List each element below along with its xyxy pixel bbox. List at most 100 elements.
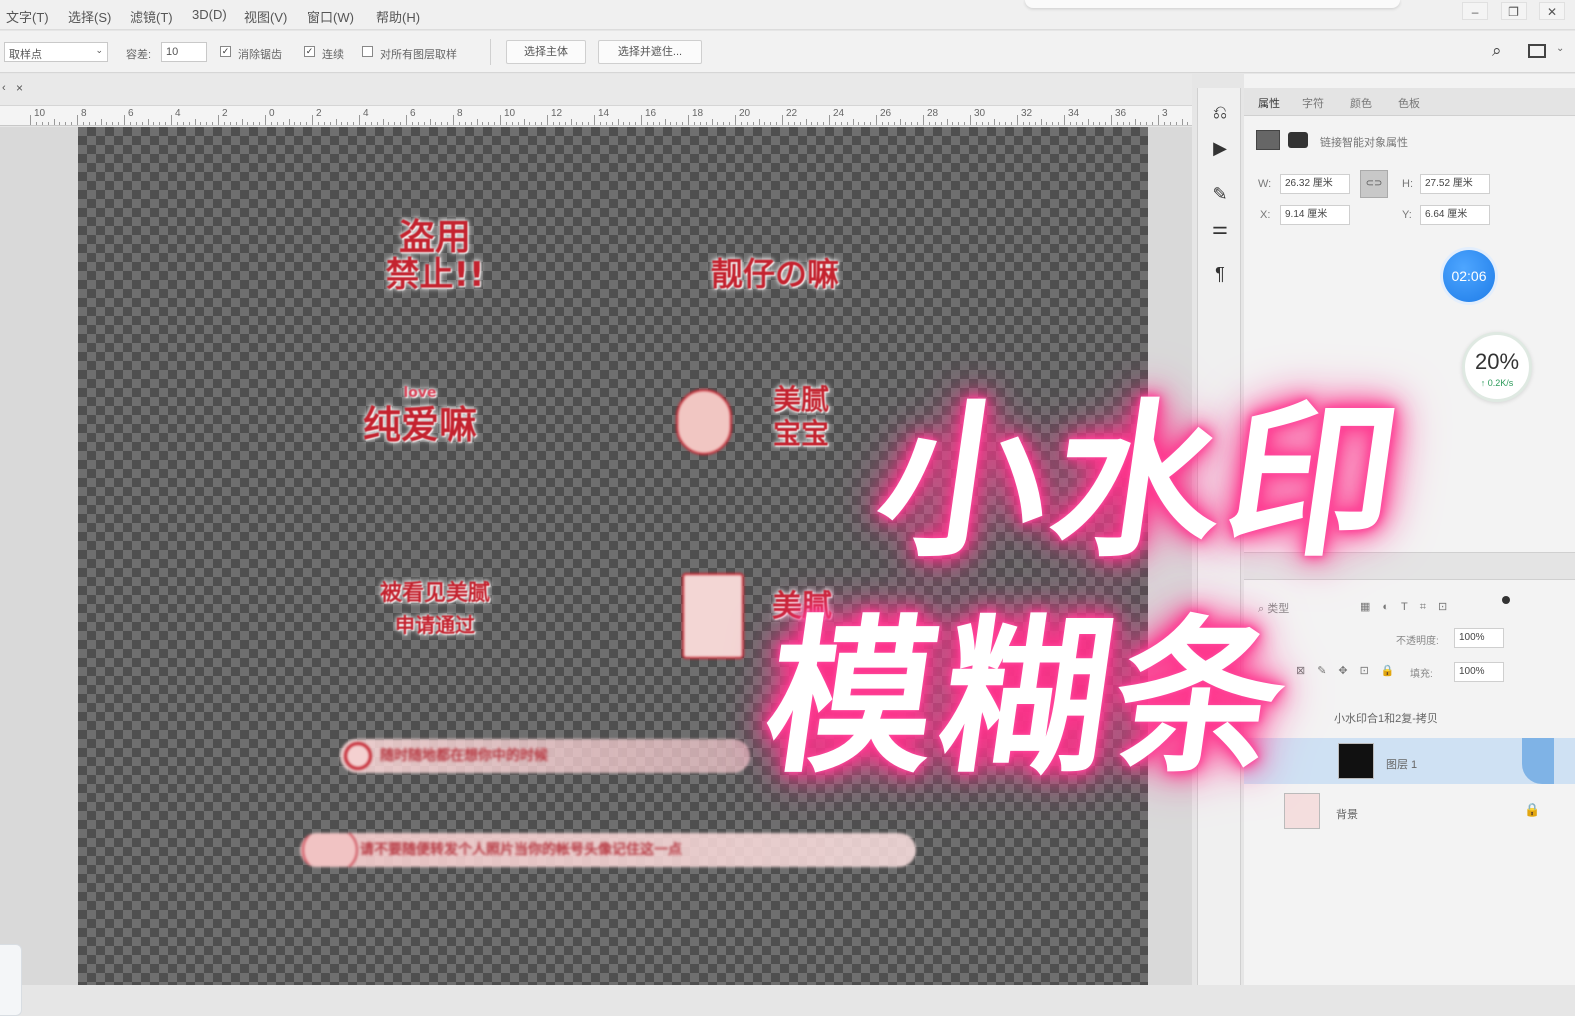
ruler-tick (1017, 115, 1018, 125)
ruler-tick (582, 122, 584, 125)
select-and-mask-button[interactable]: 选择并遮住... (598, 40, 702, 64)
ruler-label: 18 (692, 108, 704, 119)
ruler-tick (118, 122, 120, 125)
tab-close-icon[interactable]: × (16, 81, 23, 95)
tab-properties[interactable]: 属性 (1258, 95, 1280, 111)
filter-toggle-icon[interactable] (1502, 596, 1510, 604)
sample-all-label: 对所有图层取样 (380, 49, 457, 61)
chevron-down-icon[interactable]: ⌄ (1556, 43, 1564, 54)
menu-item-type[interactable]: 文字(T) (6, 7, 49, 26)
menu-item-window[interactable]: 窗口(W) (307, 7, 354, 26)
link-dimensions-toggle[interactable]: ⊂⊃ (1360, 170, 1388, 198)
select-subject-button[interactable]: 选择主体 (506, 40, 586, 64)
search-icon[interactable]: ⌕ (1492, 41, 1502, 61)
play-icon[interactable]: ▶ (1208, 136, 1232, 160)
restore-button[interactable]: ❐ (1500, 2, 1527, 20)
fill-field[interactable]: 100% (1454, 662, 1504, 682)
ruler-tick (964, 122, 966, 125)
ruler-tick (541, 122, 543, 125)
ruler-tick (535, 122, 537, 125)
menu-item-select[interactable]: 选择(S) (68, 7, 111, 26)
ruler-tick (500, 115, 501, 125)
mask-icon[interactable] (1288, 132, 1308, 148)
ruler-tick (470, 122, 472, 125)
history-icon[interactable]: ⎌ (1208, 100, 1232, 124)
document-tab-strip: ‹ × (0, 74, 1192, 106)
ruler-tick (905, 122, 907, 125)
brush-settings-icon[interactable]: ✎ (1208, 182, 1232, 206)
ruler-tick (1116, 122, 1118, 125)
ruler-tick (893, 122, 895, 125)
contiguous-label: 连续 (322, 49, 344, 61)
network-speed-widget[interactable]: 20% ↑ 0.2K/s (1462, 332, 1532, 402)
layer-row[interactable]: 背景 🔒 (1244, 788, 1575, 834)
ruler-tick (294, 122, 296, 125)
image-icon[interactable] (1256, 130, 1280, 150)
ruler-tick (735, 115, 736, 125)
workspace-icon[interactable] (1528, 44, 1546, 58)
ruler-tick (247, 122, 249, 125)
minimize-button[interactable]: – (1462, 2, 1489, 20)
ruler-tick (1081, 122, 1083, 125)
ruler-label: 16 (645, 108, 657, 119)
menu-item-3d[interactable]: 3D(D) (192, 7, 227, 22)
layer-row-selected[interactable]: 图层 1 (1244, 738, 1575, 784)
ruler-tick (1140, 122, 1142, 125)
ruler-tick (952, 122, 954, 125)
overlay-title-line1: 小水印 (866, 384, 1416, 580)
sticker-pretty-baby: 美腻 宝宝 (676, 383, 856, 455)
width-field[interactable]: 26.32 厘米 (1280, 174, 1350, 194)
ruler-tick (829, 115, 830, 125)
tool-preset-select[interactable]: 取样点 ⌄ (4, 42, 108, 62)
sticker-text: 纯爱嘛 (362, 403, 477, 447)
tab-character[interactable]: 字符 (1302, 95, 1324, 111)
adjust-icon[interactable]: ⚌ (1208, 216, 1232, 240)
tab-color[interactable]: 颜色 (1350, 95, 1372, 111)
ruler-tick (629, 122, 631, 125)
ruler-tick (934, 122, 936, 125)
ruler-label: 6 (128, 108, 134, 119)
layer-filter-icons[interactable]: ▦◐T⌗⊡ (1360, 600, 1459, 614)
menu-item-help[interactable]: 帮助(H) (376, 7, 420, 26)
sample-all-checkbox[interactable] (362, 46, 373, 57)
ruler-tick (852, 119, 854, 125)
paragraph-icon[interactable]: ¶ (1208, 262, 1232, 286)
recording-timer-badge[interactable]: 02:06 (1443, 250, 1495, 302)
ruler-tick (987, 122, 989, 125)
height-field[interactable]: 27.52 厘米 (1420, 174, 1490, 194)
tolerance-input[interactable]: 10 (161, 42, 207, 62)
layer-row[interactable]: 小水印合1和2复-拷贝 (1244, 692, 1575, 738)
tab-swatches[interactable]: 色板 (1398, 95, 1420, 111)
contiguous-checkbox[interactable]: ✓ (304, 46, 315, 57)
ruler-tick (899, 119, 901, 125)
ruler-tick (529, 122, 531, 125)
lock-icons[interactable]: ⊠✎✥⊡🔒 (1296, 664, 1407, 677)
ruler-tick (35, 122, 37, 125)
ruler-tick (699, 122, 701, 125)
ruler-tick (77, 115, 78, 125)
sticker-text: 被看见美腻 (379, 581, 490, 606)
antialias-checkbox[interactable]: ✓ (220, 46, 231, 57)
ruler-tick (188, 122, 190, 125)
ruler-tick (911, 122, 913, 125)
ruler-tick (693, 122, 695, 125)
ruler-tick (312, 115, 313, 125)
ruler-tick (864, 122, 866, 125)
menu-item-view[interactable]: 视图(V) (244, 7, 287, 26)
x-field[interactable]: 9.14 厘米 (1280, 205, 1350, 225)
ruler-tick (611, 122, 613, 125)
menu-item-filter[interactable]: 滤镜(T) (130, 7, 173, 26)
y-field[interactable]: 6.64 厘米 (1420, 205, 1490, 225)
options-bar: 取样点 ⌄ 容差: 10 ✓ 消除锯齿 ✓ 连续 对所有图层取样 选择主体 选择… (0, 31, 1575, 73)
ruler-tick (176, 122, 178, 125)
properties-tabs: 属性 字符 颜色 色板 (1244, 88, 1575, 116)
sticker-no-steal: 盗用 禁止!! (360, 219, 510, 294)
tab-scroll-arrow[interactable]: ‹ (2, 82, 6, 94)
opacity-field[interactable]: 100% (1454, 628, 1504, 648)
close-button[interactable]: ✕ (1539, 2, 1565, 20)
side-floating-handle[interactable] (0, 944, 22, 1016)
ruler-tick (30, 115, 31, 125)
ruler-tick (623, 122, 625, 125)
ruler-tick (59, 122, 61, 125)
ruler-tick (212, 122, 214, 125)
